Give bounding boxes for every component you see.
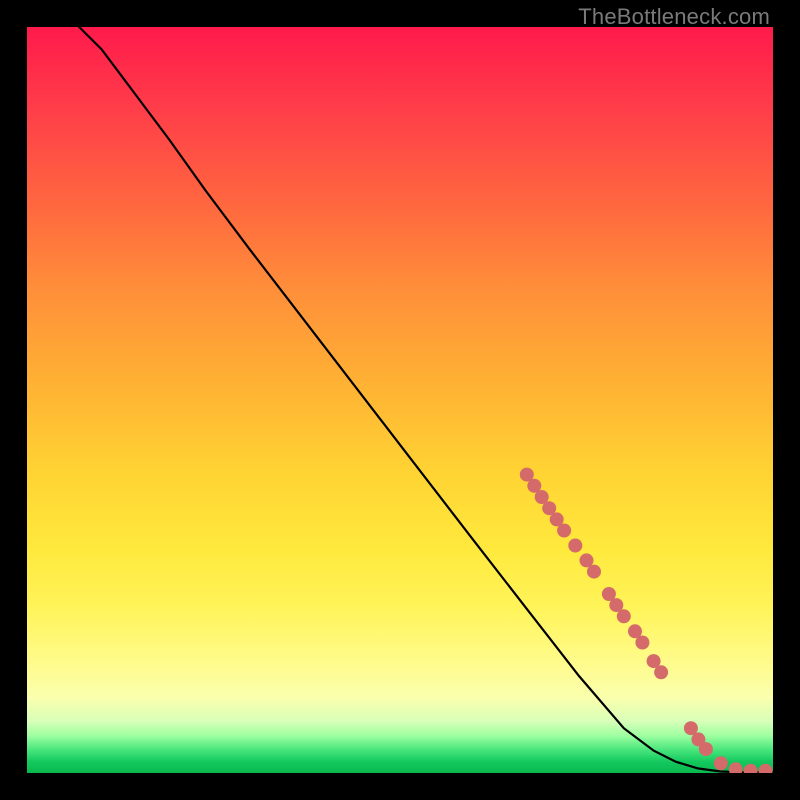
data-marker [744, 764, 758, 773]
data-marker [654, 665, 668, 679]
data-marker [580, 553, 594, 567]
data-marker [568, 539, 582, 553]
data-marker [729, 762, 743, 773]
data-marker [699, 742, 713, 756]
data-marker [542, 501, 556, 515]
data-marker [535, 490, 549, 504]
data-marker [587, 565, 601, 579]
chart-svg [27, 27, 773, 773]
data-marker [602, 587, 616, 601]
data-marker [550, 512, 564, 526]
data-marker [609, 598, 623, 612]
watermark-text: TheBottleneck.com [578, 4, 770, 30]
chart-stage: TheBottleneck.com [0, 0, 800, 800]
data-marker [647, 654, 661, 668]
data-marker [527, 479, 541, 493]
marker-layer [520, 468, 773, 773]
data-marker [520, 468, 534, 482]
chart-plot-area [27, 27, 773, 773]
data-marker [557, 524, 571, 538]
data-marker [628, 624, 642, 638]
bottleneck-curve [79, 27, 773, 772]
data-marker [691, 732, 705, 746]
curve-layer [79, 27, 773, 772]
data-marker [617, 609, 631, 623]
data-marker [635, 636, 649, 650]
data-marker [759, 764, 773, 773]
data-marker [714, 756, 728, 770]
data-marker [684, 721, 698, 735]
